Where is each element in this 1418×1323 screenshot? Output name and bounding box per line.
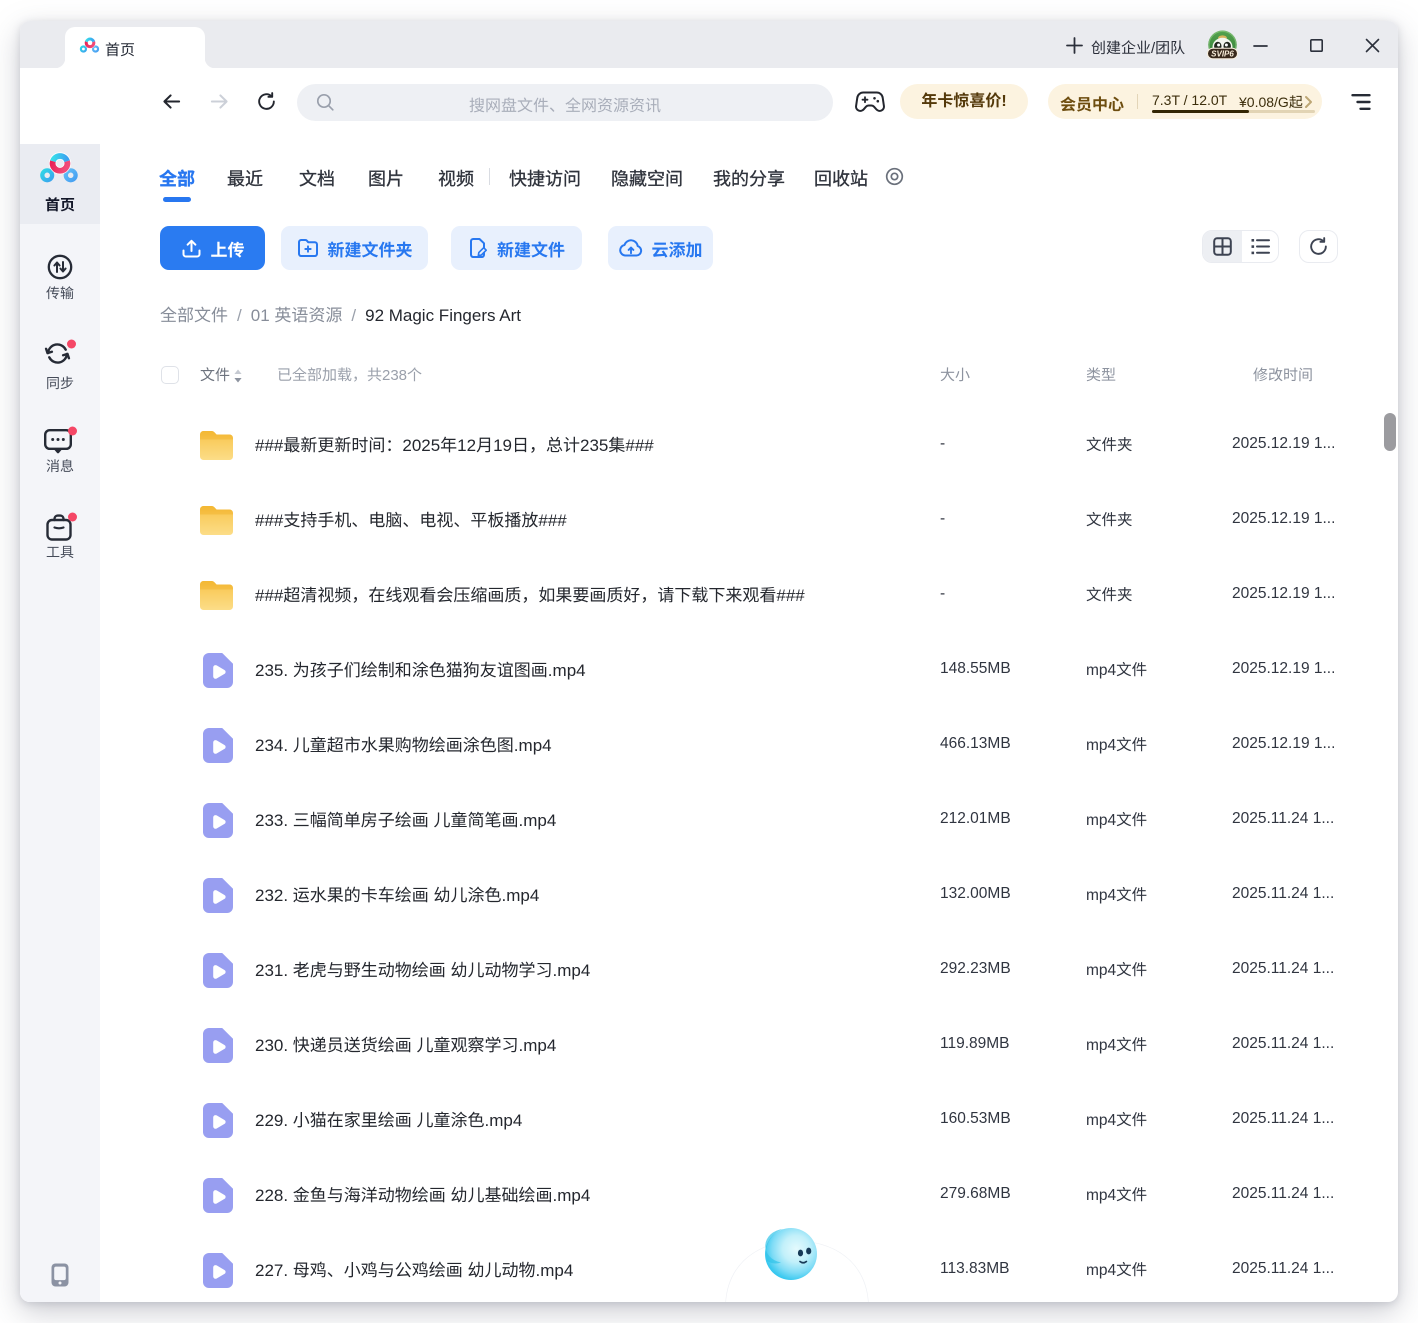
svg-text:SVIP6: SVIP6 <box>1211 49 1234 58</box>
